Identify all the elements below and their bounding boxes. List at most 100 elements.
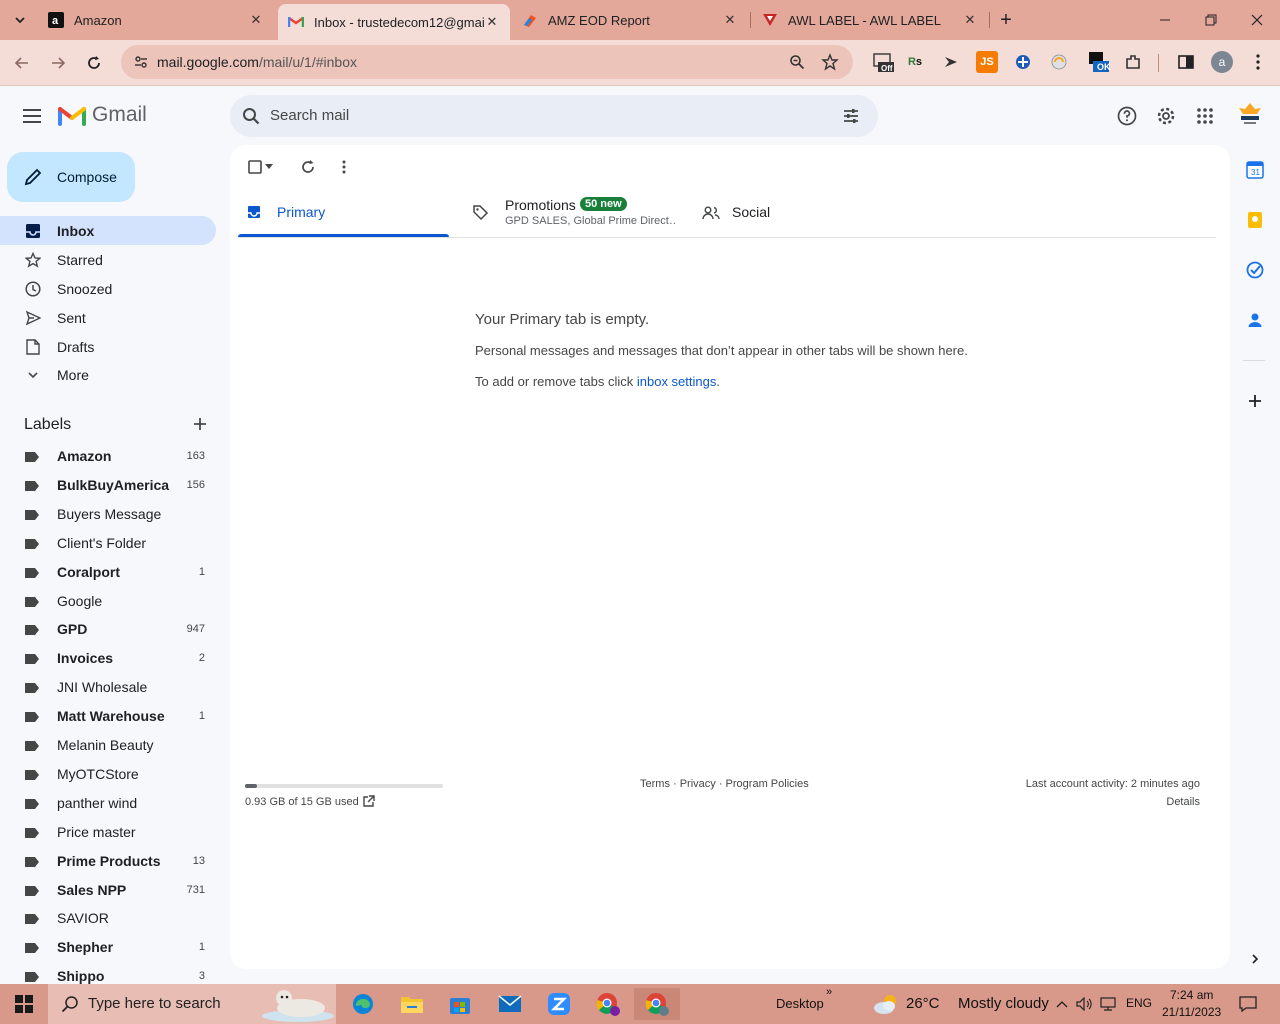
taskbar-chrome-active[interactable] [634, 988, 680, 1020]
browser-tab-amz-eod[interactable]: AMZ EOD Report ✕ [512, 4, 748, 36]
sync-extension-icon[interactable] [1048, 51, 1070, 73]
minimize-button[interactable] [1142, 0, 1188, 40]
contacts-addon[interactable] [1240, 305, 1270, 335]
gmail-logo[interactable]: Gmail [58, 103, 147, 127]
taskbar-edge[interactable] [343, 988, 383, 1020]
address-bar[interactable]: mail.google.com/mail/u/1/#inbox [121, 45, 853, 79]
tasks-addon[interactable] [1240, 255, 1270, 285]
manage-storage-link[interactable] [362, 795, 376, 809]
label-item[interactable]: Melanin Beauty [0, 731, 216, 760]
google-apps-icon[interactable] [1192, 103, 1218, 129]
select-all-checkbox[interactable] [245, 157, 265, 177]
puzzle-blue-extension-icon[interactable] [1012, 51, 1034, 73]
close-icon[interactable]: ✕ [484, 14, 500, 30]
restore-button[interactable] [1188, 0, 1234, 40]
extension-toggle-icon[interactable]: Off [872, 51, 894, 73]
nav-sent[interactable]: Sent [0, 303, 216, 332]
nav-drafts[interactable]: Drafts [0, 332, 216, 361]
search-icon[interactable] [242, 107, 260, 128]
clock-time[interactable]: 7:24 am [1170, 988, 1213, 1002]
nav-inbox[interactable]: Inbox [0, 216, 216, 245]
browser-tab-amazon[interactable]: a Amazon ✕ [38, 4, 274, 36]
nav-snoozed[interactable]: Snoozed [0, 274, 216, 303]
volume-button[interactable] [1074, 994, 1094, 1014]
close-icon[interactable]: ✕ [722, 12, 738, 28]
ok-extension-icon[interactable]: OK [1088, 51, 1111, 73]
forward-button[interactable] [43, 48, 73, 78]
label-item[interactable]: Shepher 1 [0, 933, 216, 962]
close-icon[interactable]: ✕ [248, 12, 264, 28]
label-item[interactable]: Google [0, 587, 216, 616]
search-input[interactable]: Search mail [270, 107, 349, 124]
site-info-icon[interactable] [133, 54, 149, 73]
refresh-button[interactable] [298, 157, 318, 177]
profile-avatar[interactable]: a [1211, 51, 1233, 73]
label-item[interactable]: panther wind [0, 789, 216, 818]
tab-social[interactable]: Social [693, 191, 893, 238]
main-menu-button[interactable] [20, 104, 44, 128]
desktop-toolbar-label[interactable]: Desktop [776, 996, 824, 1011]
back-button[interactable] [7, 48, 37, 78]
label-item[interactable]: JNI Wholesale [0, 673, 216, 702]
account-avatar[interactable] [1235, 100, 1265, 130]
label-item[interactable]: Price master [0, 818, 216, 847]
taskbar-file-explorer[interactable] [392, 988, 432, 1020]
help-icon[interactable] [1114, 103, 1140, 129]
bookmark-star-icon[interactable] [821, 53, 839, 74]
zoom-icon[interactable] [789, 54, 805, 73]
inbox-settings-link[interactable]: inbox settings [637, 374, 717, 389]
calendar-addon[interactable]: 31 [1240, 155, 1270, 185]
start-button[interactable] [0, 984, 48, 1024]
label-item[interactable]: Sales NPP 731 [0, 876, 216, 905]
get-addons-button[interactable] [1240, 386, 1270, 416]
activity-details-link[interactable]: Details [1166, 796, 1200, 808]
new-tab-button[interactable]: + [994, 8, 1018, 32]
js-extension-icon[interactable]: JS [976, 51, 998, 73]
weather-temperature[interactable]: 26°C [906, 995, 940, 1012]
label-item[interactable]: BulkBuyAmerica 156 [0, 471, 216, 500]
input-language[interactable]: ENG [1126, 996, 1152, 1010]
taskbar-mail[interactable] [490, 988, 530, 1020]
tab-primary[interactable]: Primary [238, 191, 449, 238]
label-item[interactable]: Coralport 1 [0, 558, 216, 587]
settings-gear-icon[interactable] [1153, 103, 1179, 129]
label-item[interactable]: Prime Products 13 [0, 847, 216, 876]
search-options-icon[interactable] [842, 107, 860, 128]
network-button[interactable] [1098, 994, 1118, 1014]
keep-addon[interactable] [1240, 205, 1270, 235]
more-actions-button[interactable] [334, 157, 354, 177]
close-icon[interactable]: ✕ [962, 12, 978, 28]
show-side-panel-button[interactable] [1240, 944, 1270, 974]
weather-description[interactable]: Mostly cloudy [958, 995, 1049, 1012]
cursor-extension-icon[interactable] [940, 51, 962, 73]
taskbar-zoom[interactable] [539, 988, 579, 1020]
compose-button[interactable]: Compose [7, 152, 135, 202]
footer-links[interactable]: Terms · Privacy · Program Policies [640, 778, 809, 790]
taskbar-search[interactable]: Type here to search [48, 984, 336, 1024]
browser-tab-awl[interactable]: AWL LABEL - AWL LABEL ✕ [752, 4, 988, 36]
label-item[interactable]: MyOTCStore [0, 760, 216, 789]
taskbar-chrome-profile[interactable] [588, 988, 628, 1020]
label-item[interactable]: SAVIOR [0, 904, 216, 933]
close-window-button[interactable] [1234, 0, 1280, 40]
label-item[interactable]: GPD 947 [0, 615, 216, 644]
notifications-button[interactable] [1238, 994, 1258, 1014]
chevron-double-right-icon[interactable]: » [826, 986, 832, 998]
label-item[interactable]: Client's Folder [0, 529, 216, 558]
browser-tab-gmail[interactable]: Inbox - trustedecom12@gmail. ✕ [278, 4, 510, 40]
label-item[interactable]: Matt Warehouse 1 [0, 702, 216, 731]
select-dropdown[interactable] [263, 157, 275, 177]
taskbar-search-input[interactable]: Type here to search [88, 995, 221, 1012]
browser-menu-icon[interactable] [1247, 51, 1269, 73]
label-item[interactable]: Amazon 163 [0, 442, 216, 471]
weather-icon[interactable] [872, 993, 900, 1018]
create-label-button[interactable] [190, 414, 210, 434]
reload-button[interactable] [79, 48, 109, 78]
tab-search-button[interactable] [6, 6, 34, 34]
extensions-puzzle-icon[interactable] [1122, 51, 1144, 73]
show-hidden-icons-button[interactable] [1052, 994, 1072, 1014]
rs-extension-icon[interactable]: Rs [904, 51, 926, 73]
label-item[interactable]: Invoices 2 [0, 644, 216, 673]
taskbar-store[interactable] [440, 988, 480, 1020]
nav-starred[interactable]: Starred [0, 245, 216, 274]
